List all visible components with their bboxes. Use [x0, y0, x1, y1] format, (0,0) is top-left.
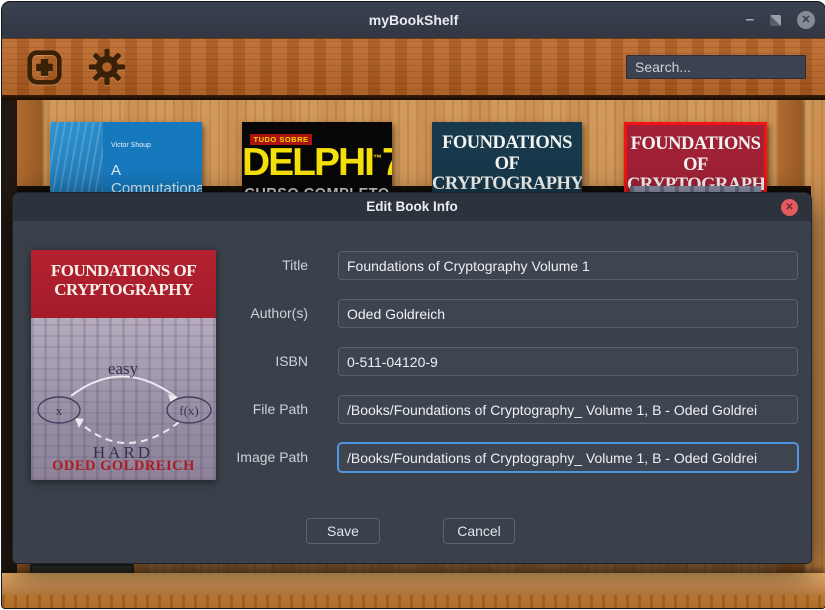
gear-icon	[88, 47, 126, 87]
edit-book-dialog: Edit Book Info ✕ FOUNDATIONS OF CRYPTOGR…	[12, 192, 812, 564]
app-window: Victor Shoup A Computational Introductio…	[1, 1, 825, 609]
shelf-front-board	[2, 573, 825, 595]
save-button[interactable]: Save	[306, 518, 380, 544]
search-input[interactable]	[626, 55, 806, 79]
window-title: myBookShelf	[2, 2, 825, 38]
toolbar	[2, 38, 825, 96]
cancel-button[interactable]: Cancel	[443, 518, 515, 544]
shelf-lower-wood	[2, 595, 825, 608]
close-button[interactable]: ✕	[797, 11, 815, 29]
book1-author: Victor Shoup	[111, 142, 202, 149]
dialog-header: Edit Book Info ✕	[13, 193, 811, 221]
title-label: Title	[193, 251, 308, 280]
file-path-label: File Path	[193, 395, 308, 424]
dialog-close-icon[interactable]: ✕	[781, 199, 798, 216]
toolbar-shelf-divider	[2, 95, 825, 100]
maximize-button[interactable]	[770, 15, 781, 26]
file-path-input[interactable]	[338, 395, 798, 424]
minimize-button[interactable]: –	[746, 2, 754, 38]
add-book-icon	[26, 49, 63, 86]
image-path-input[interactable]	[338, 443, 798, 472]
isbn-input[interactable]	[338, 347, 798, 376]
isbn-label: ISBN	[193, 347, 308, 376]
titlebar: myBookShelf – ✕	[2, 2, 825, 38]
settings-button[interactable]	[88, 48, 126, 86]
authors-label: Author(s)	[193, 299, 308, 328]
title-input[interactable]	[338, 251, 798, 280]
image-path-label: Image Path	[193, 443, 308, 472]
book2-title: DELPHI™7	[242, 147, 392, 179]
dialog-title: Edit Book Info	[13, 193, 811, 221]
book3-title: FOUNDATIONS OF CRYPTOGRAPHY	[432, 133, 582, 195]
add-book-button[interactable]	[25, 48, 63, 86]
authors-input[interactable]	[338, 299, 798, 328]
